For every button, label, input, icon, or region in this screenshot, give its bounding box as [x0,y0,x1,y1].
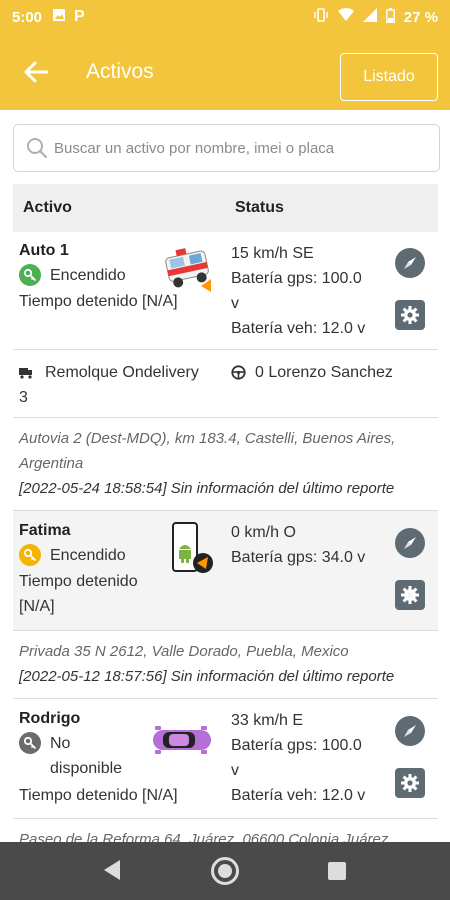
vehicle-battery: Batería veh: 12.0 v [231,787,366,804]
system-nav-bar [0,842,450,900]
key-icon [19,544,41,566]
ambulance-vehicle-icon [161,240,215,297]
gear-icon [401,586,419,604]
purple-car-icon [151,723,213,762]
parking-notification-icon: P [74,8,85,25]
search-box[interactable] [13,124,440,172]
settings-button[interactable] [395,300,425,330]
back-button[interactable] [18,54,54,90]
address: Autovia 2 (Dest-MDQ), km 183.4, Castelli… [19,430,396,472]
address-row: Privada 35 N 2612, Valle Dorado, Puebla,… [13,631,438,699]
asset-state: Encendido [19,263,126,288]
address: Privada 35 N 2612, Valle Dorado, Puebla,… [19,643,349,660]
state-label: Encendido [50,267,126,284]
search-input[interactable] [54,139,424,157]
asset-list[interactable]: Auto 1 Encendido Tiempo detenido [N/A] 1… [13,232,438,842]
last-report: [2022-05-12 18:57:56] Sin información de… [19,668,395,685]
key-icon [19,264,41,286]
compass-icon [404,257,416,269]
gear-icon [401,774,419,792]
driver-info: 0 Lorenzo Sanchez [231,360,393,385]
stopped-time: Tiempo detenido [N/A] [19,787,178,804]
driver-name: 0 Lorenzo Sanchez [255,364,393,381]
status-lines: 15 km/h SE Batería gps: 100.0 v Batería … [231,241,376,341]
speed-heading: 15 km/h SE [231,245,314,262]
state-label: No [50,735,71,752]
address-row: Paseo de la Reforma 64, Juárez, 06600 Co… [13,819,438,842]
gps-battery-unit: v [231,762,239,779]
speed-heading: 33 km/h E [231,712,304,729]
signal-icon [362,8,377,26]
wifi-icon [337,8,354,26]
navigate-button[interactable] [395,528,425,558]
address: Paseo de la Reforma 64, Juárez, 06600 Co… [19,831,389,842]
navigate-button[interactable] [395,248,425,278]
stopped-time-line2: [N/A] [19,598,55,615]
settings-button[interactable] [395,768,425,798]
battery-percent: 27 % [403,8,438,26]
gps-battery: Batería gps: 34.0 v [231,549,366,566]
asset-name: Fatima [19,522,71,539]
settings-button[interactable] [395,580,425,610]
asset-row[interactable]: Fatima Encendido Tiempo detenido [N/A] 0 [13,511,438,631]
key-icon [19,732,41,754]
vehicle-battery: Batería veh: 12.0 v [231,320,366,337]
search-icon [26,137,48,159]
status-lines: 33 km/h E Batería gps: 100.0 v Batería v… [231,708,376,808]
arrow-left-icon [24,61,48,83]
asset-state: No disponible [19,731,122,781]
stopped-time: Tiempo detenido [N/A] [19,569,138,619]
address-row: Autovia 2 (Dest-MDQ), km 183.4, Castelli… [13,418,438,511]
vibrate-icon [313,7,329,27]
stopped-time-line1: Tiempo detenido [19,573,138,590]
nav-back-button[interactable] [102,858,122,887]
column-header-asset: Activo [23,199,72,216]
app-bar: Activos Listado [0,34,450,110]
last-report: [2022-05-24 18:58:54] Sin información de… [19,480,395,497]
battery-icon [385,7,395,27]
compass-icon [404,725,416,737]
nav-recents-button[interactable] [328,862,346,880]
image-notification-icon [52,8,66,26]
trailer-info: Remolque Ondelivery 3 [19,360,229,410]
status-time: 5:00 [12,8,43,26]
page-title: Activos [86,60,154,83]
trailer-name-line2: 3 [19,389,28,406]
state-label: Encendido [50,547,126,564]
asset-state: Encendido [19,543,126,568]
column-header-status: Status [235,199,284,216]
asset-name: Rodrigo [19,710,81,727]
status-bar: 5:00 P 27 % [0,0,450,34]
asset-name: Auto 1 [19,242,69,259]
status-lines: 0 km/h O Batería gps: 34.0 v [231,520,376,570]
triangle-back-icon [104,860,120,880]
speed-heading: 0 km/h O [231,524,296,541]
nav-home-button[interactable] [211,857,239,885]
gps-battery-unit: v [231,295,239,312]
table-header: Activo Status [13,184,438,232]
android-phone-icon [169,521,215,582]
stopped-time: Tiempo detenido [N/A] [19,293,178,310]
gear-icon [401,306,419,324]
trailer-name: Remolque Ondelivery [45,364,199,381]
state-label-line2: disponible [50,760,123,777]
asset-row[interactable]: Auto 1 Encendido Tiempo detenido [N/A] 1… [13,232,438,350]
gps-battery: Batería gps: 100.0 [231,270,362,287]
navigate-button[interactable] [395,716,425,746]
home-circle-icon [218,864,232,878]
compass-icon [404,537,416,549]
gps-battery: Batería gps: 100.0 [231,737,362,754]
asset-row[interactable]: Rodrigo No disponible Tiempo detenido [N… [13,699,438,819]
asset-details-row: Remolque Ondelivery 3 0 Lorenzo Sanchez [13,350,438,418]
listado-button[interactable]: Listado [340,53,438,101]
steering-wheel-icon [231,365,246,380]
